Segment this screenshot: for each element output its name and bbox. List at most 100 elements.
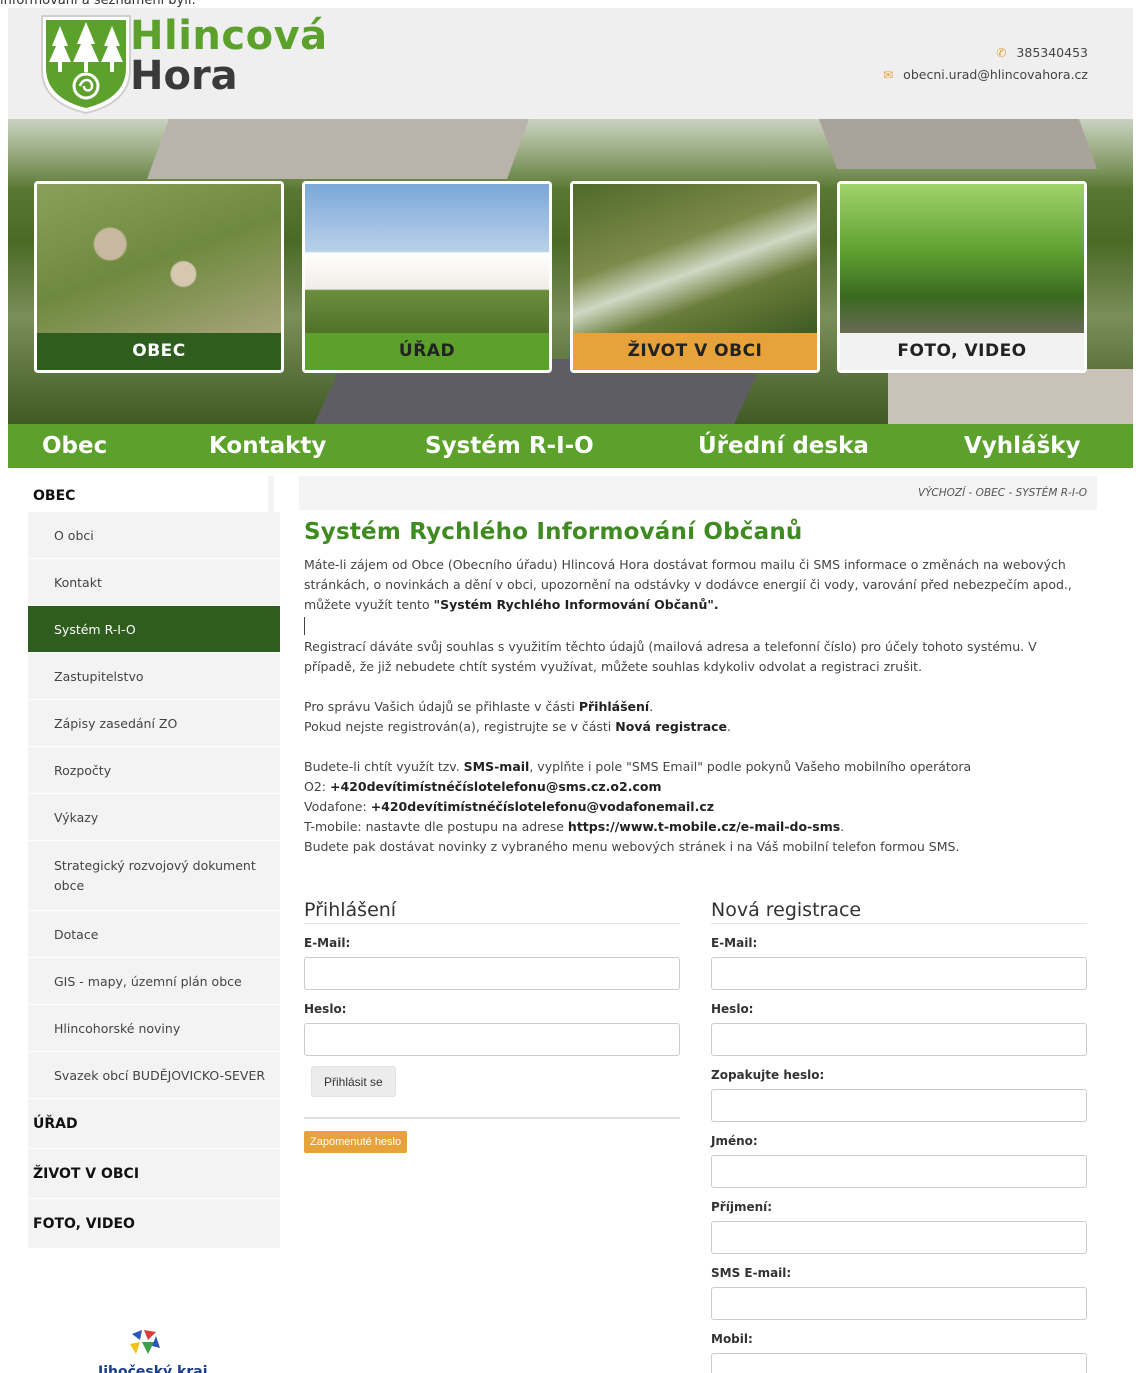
- cut-off-text: informování a seznámení byli.: [0, 0, 196, 8]
- tile-zivot-v-obci[interactable]: ŽIVOT V OBCI: [570, 181, 820, 373]
- login-button[interactable]: Přihlásit se: [311, 1066, 396, 1097]
- tile-image-forest: [840, 184, 1084, 334]
- site-header: Hlincová Hora ✆ 385340453 ✉ obecni.urad@hl…: [8, 8, 1133, 119]
- register-password-confirm-input[interactable]: [711, 1089, 1087, 1122]
- o2-prefix: O2:: [304, 779, 327, 794]
- tmobile-prefix: T-mobile: nastavte dle postupu na adrese: [304, 819, 564, 834]
- hero-roof: [888, 369, 1133, 424]
- consent-paragraph: Registrací dáváte svůj souhlas s využití…: [304, 639, 1037, 674]
- sms-mail-rest: , vyplňte i pole "SMS Email" podle pokyn…: [529, 759, 972, 774]
- register-lastname-label: Příjmení:: [711, 1200, 773, 1214]
- envelope-icon: ✉: [883, 68, 894, 82]
- phone-number[interactable]: 385340453: [1016, 45, 1088, 60]
- register-firstname-input[interactable]: [711, 1155, 1087, 1188]
- sidebar-item-gis[interactable]: GIS - mapy, územní plán obce: [28, 958, 280, 1005]
- login-password-input[interactable]: [304, 1023, 680, 1056]
- login-email-input[interactable]: [304, 957, 680, 990]
- form-divider: [304, 1117, 680, 1119]
- login-form-title: Přihlášení: [304, 888, 680, 924]
- brand-line2: Hora: [130, 53, 238, 99]
- register-password-confirm-label: Zopakujte heslo:: [711, 1068, 825, 1082]
- tile-label: ÚŘAD: [305, 333, 549, 370]
- region-logo-text[interactable]: Jihočeský kraj: [98, 1364, 208, 1373]
- text-cursor: [304, 617, 305, 635]
- tile-urad[interactable]: ÚŘAD: [302, 181, 552, 373]
- register-lastname-input[interactable]: [711, 1221, 1087, 1254]
- hero-banner: OBEC ÚŘAD ŽIVOT V OBCI FOTO, VIDEO: [8, 119, 1133, 424]
- sidebar-item-noviny[interactable]: Hlincohorské noviny: [28, 1005, 280, 1052]
- sidebar-section-obec[interactable]: OBEC: [28, 476, 274, 512]
- nav-uredni-deska[interactable]: Úřední deska: [698, 424, 869, 468]
- register-form: Nová registrace E-Mail: Heslo: Zopakujte…: [711, 888, 1087, 1373]
- sidebar-section-foto-video[interactable]: FOTO, VIDEO: [28, 1199, 280, 1249]
- sidebar-section-urad[interactable]: ÚŘAD: [28, 1099, 280, 1149]
- login-hint-text: Pro správu Vašich údajů se přihlaste v č…: [304, 699, 575, 714]
- login-email-label: E-Mail:: [304, 936, 351, 950]
- nav-system-rio[interactable]: Systém R-I-O: [425, 424, 594, 468]
- page-title: Systém Rychlého Informování Občanů: [304, 519, 803, 545]
- phone-icon: ✆: [996, 46, 1007, 60]
- register-firstname-label: Jméno:: [711, 1134, 758, 1148]
- register-hint-text: Pokud nejste registrován(a), registrujte…: [304, 719, 612, 734]
- sidebar-item-strategicky-dokument[interactable]: Strategický rozvojový dokument obce: [28, 841, 280, 911]
- sms-mail-paragraph: Budete-li chtít využít tzv. SMS-mail, vy…: [304, 759, 972, 854]
- cut-off-text-strip: informování a seznámení byli.: [0, 0, 1141, 8]
- tmobile-link[interactable]: https://www.t-mobile.cz/e-mail-do-sms: [568, 819, 840, 834]
- register-email-label: E-Mail:: [711, 936, 758, 950]
- register-sms-email-input[interactable]: [711, 1287, 1087, 1320]
- sidebar-item-dotace[interactable]: Dotace: [28, 911, 280, 958]
- hero-roof: [818, 119, 1098, 169]
- sidebar-item-zastupitelstvo[interactable]: Zastupitelstvo: [28, 653, 280, 700]
- email-row: ✉ obecni.urad@hlincovahora.cz: [883, 64, 1088, 86]
- sidebar-item-o-obci[interactable]: O obci: [28, 512, 280, 559]
- email-link[interactable]: obecni.urad@hlincovahora.cz: [903, 67, 1088, 82]
- tile-image-aerial-village: [37, 184, 281, 334]
- sidebar-item-vykazy[interactable]: Výkazy: [28, 794, 280, 841]
- tile-obec[interactable]: OBEC: [34, 181, 284, 373]
- nav-obec[interactable]: Obec: [42, 424, 107, 468]
- vodafone-address: +420devítimístnéčíslotelefonu@vodafonema…: [370, 799, 715, 814]
- tile-foto-video[interactable]: FOTO, VIDEO: [837, 181, 1087, 373]
- site-brand[interactable]: Hlincová Hora: [130, 16, 328, 96]
- region-logo-icon[interactable]: [128, 1328, 162, 1358]
- register-email-input[interactable]: [711, 957, 1087, 990]
- main-navigation: Obec Kontakty Systém R-I-O Úřední deska …: [8, 424, 1133, 468]
- forms-area: Přihlášení E-Mail: Heslo: Přihlásit se Z…: [304, 888, 1088, 1373]
- page: Hlincová Hora ✆ 385340453 ✉ obecni.urad@hl…: [8, 8, 1133, 1373]
- tile-image-football: [573, 184, 817, 334]
- intro-bold: "Systém Rychlého Informování Občanů".: [433, 597, 719, 612]
- login-hint-link[interactable]: Přihlášení: [579, 699, 649, 714]
- register-hint-link[interactable]: Nová registrace: [615, 719, 727, 734]
- o2-address: +420devítimístnéčíslotelefonu@sms.cz.o2.…: [330, 779, 662, 794]
- tile-label: ŽIVOT V OBCI: [573, 333, 817, 370]
- sidebar-item-rozpocty[interactable]: Rozpočty: [28, 747, 280, 794]
- sidebar: OBEC O obci Kontakt Systém R-I-O Zastupi…: [28, 476, 280, 1249]
- header-contact: ✆ 385340453 ✉ obecni.urad@hlincovahora.cz: [883, 42, 1088, 86]
- login-password-label: Heslo:: [304, 1002, 347, 1016]
- register-sms-email-label: SMS E-mail:: [711, 1266, 792, 1280]
- sidebar-menu: O obci Kontakt Systém R-I-O Zastupitelst…: [28, 512, 280, 1249]
- sms-mail-text: Budete-li chtít využít tzv.: [304, 759, 460, 774]
- main-content: Systém Rychlého Informování Občanů Máte-…: [304, 512, 1089, 857]
- tile-label: OBEC: [37, 333, 281, 370]
- register-mobile-input[interactable]: [711, 1353, 1087, 1373]
- register-password-label: Heslo:: [711, 1002, 754, 1016]
- intro-paragraph: Máte-li zájem od Obce (Obecního úřadu) H…: [304, 555, 1089, 615]
- brand-line1: Hlincová: [130, 13, 328, 59]
- forgot-password-button[interactable]: Zapomenuté heslo: [304, 1131, 408, 1153]
- sidebar-item-svazek-obci[interactable]: Svazek obcí BUDĚJOVICKO-SEVER: [28, 1052, 280, 1099]
- municipality-coat-of-arms-logo[interactable]: [36, 12, 136, 115]
- sms-outcome-text: Budete pak dostávat novinky z vybraného …: [304, 839, 960, 854]
- nav-kontakty[interactable]: Kontakty: [209, 424, 326, 468]
- nav-vyhlasky[interactable]: Vyhlášky: [964, 424, 1081, 468]
- tile-image-church: [305, 184, 549, 334]
- sidebar-item-kontakt[interactable]: Kontakt: [28, 559, 280, 606]
- sidebar-item-system-rio[interactable]: Systém R-I-O: [28, 606, 280, 653]
- sms-mail-bold: SMS-mail: [463, 759, 530, 774]
- sidebar-item-zapisy[interactable]: Zápisy zasedání ZO: [28, 700, 280, 747]
- register-password-input[interactable]: [711, 1023, 1087, 1056]
- tile-label: FOTO, VIDEO: [840, 333, 1084, 370]
- sidebar-section-zivot-v-obci[interactable]: ŽIVOT V OBCI: [28, 1149, 280, 1199]
- breadcrumb[interactable]: VÝCHOZÍ - OBEC - SYSTÉM R-I-O: [299, 476, 1097, 510]
- vodafone-prefix: Vodafone:: [304, 799, 367, 814]
